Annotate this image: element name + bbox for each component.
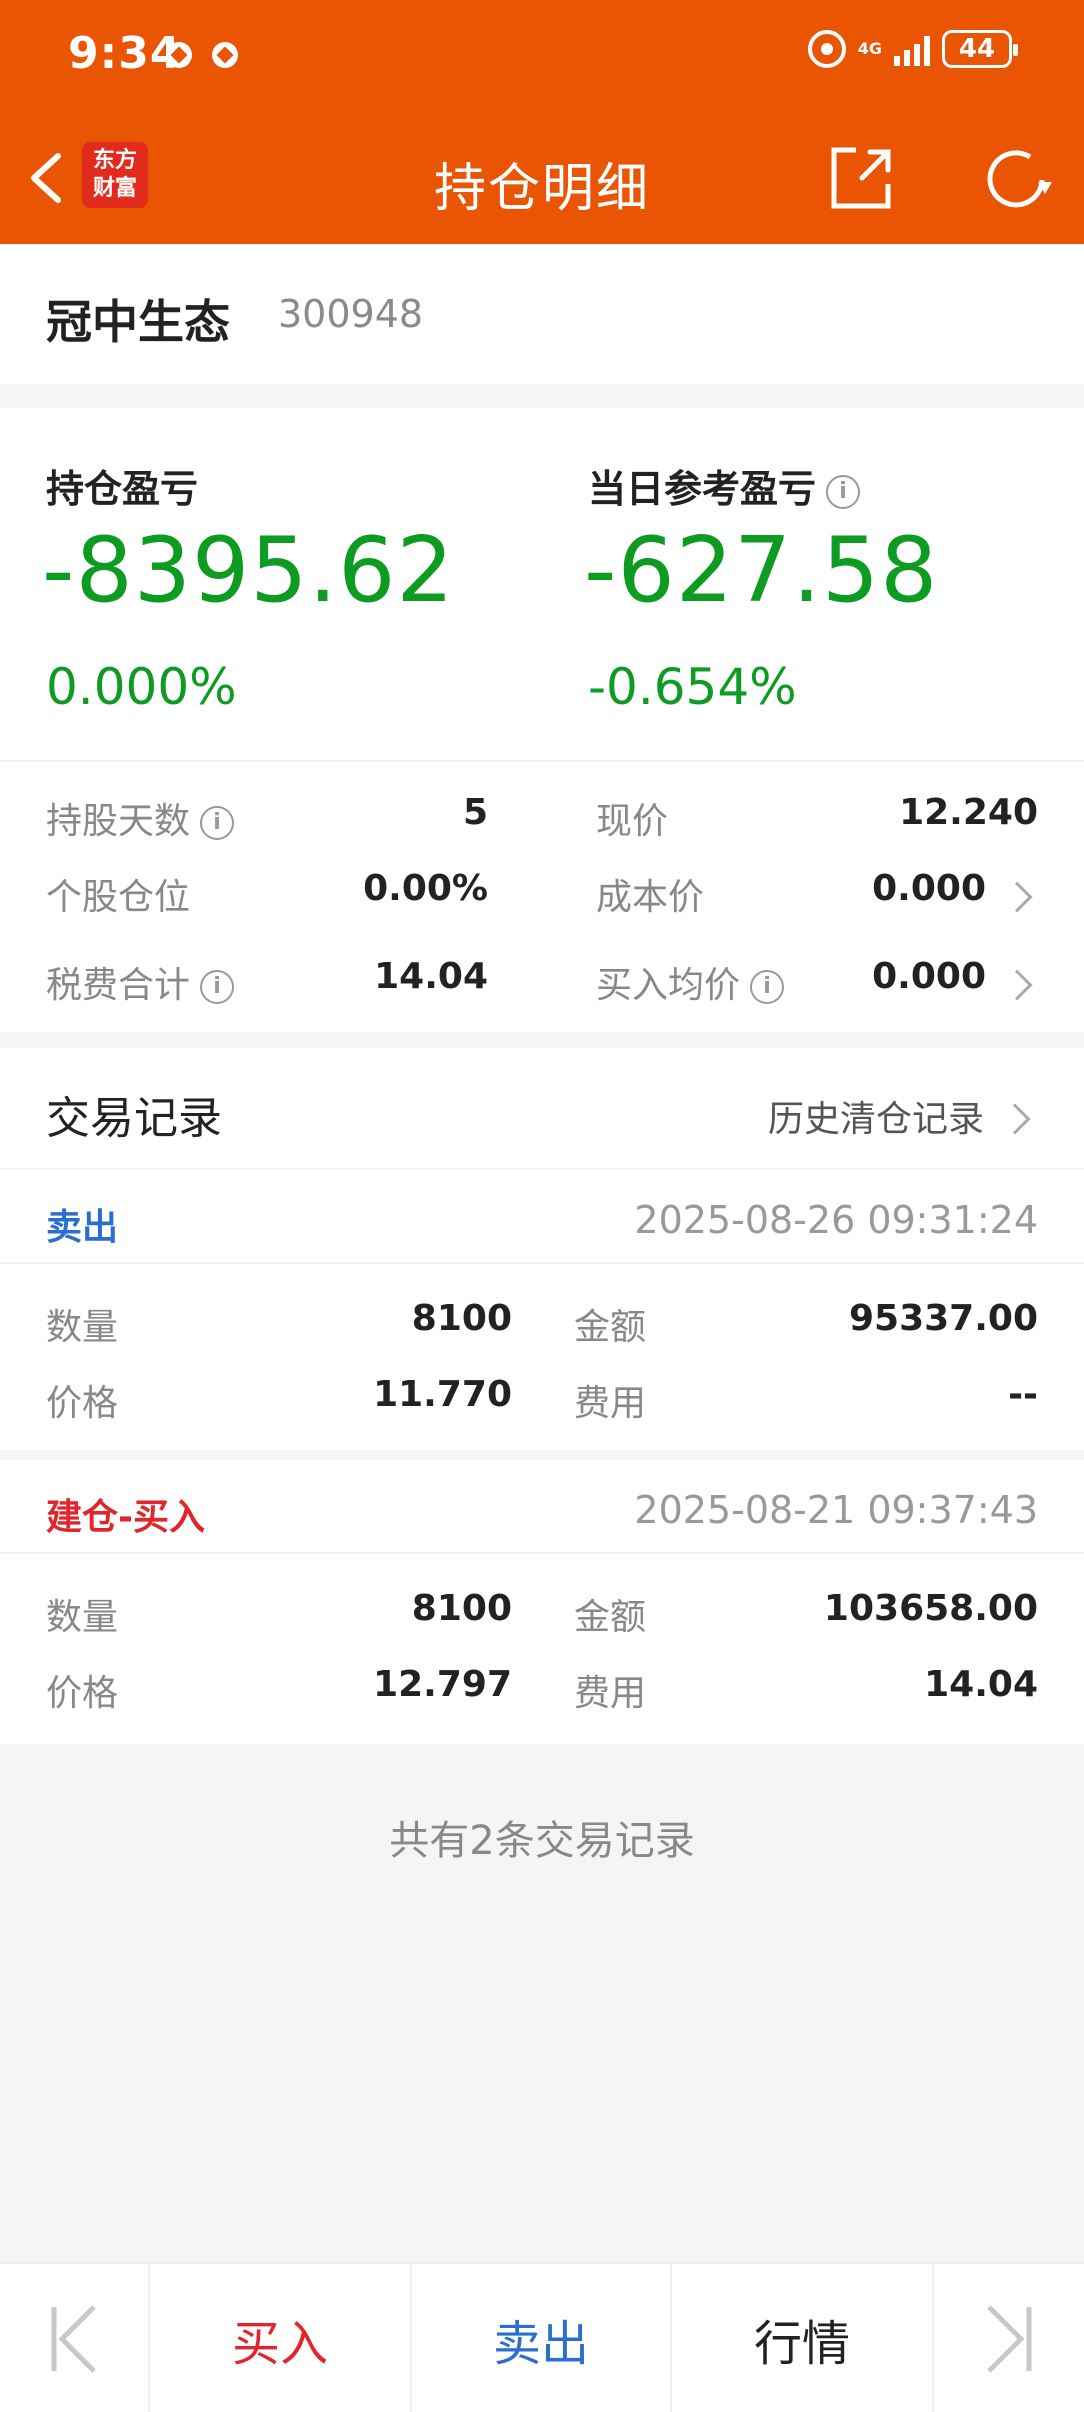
cost-price-label[interactable]: 成本价 [596, 868, 704, 920]
status-bar: 9:34 4G 44 [0, 0, 1084, 112]
chevron-right-icon[interactable] [1001, 881, 1033, 913]
daily-pl-pct: -0.654% [588, 658, 797, 716]
qty-value: 8100 [411, 1298, 512, 1339]
info-icon[interactable]: i [200, 970, 235, 1004]
daily-pl-value: -627.58 [584, 518, 939, 623]
buy-label: 买入 [231, 2316, 328, 2372]
stock-name: 冠中生态 [46, 295, 230, 349]
hotspot-icon [807, 30, 846, 68]
avg-buy-price-value[interactable]: 0.000 [872, 956, 986, 997]
notification-icon [166, 42, 192, 68]
network-type: 4G [857, 39, 882, 58]
avg-buy-price-label-wrap[interactable]: 买入均价 i [596, 956, 785, 1008]
share-button[interactable] [826, 144, 896, 214]
trade-time: 2025-08-26 09:31:24 [634, 1198, 1038, 1242]
signal-icon [894, 32, 930, 66]
qty-label: 数量 [46, 1597, 119, 1638]
trade-records-header: 交易记录 历史清仓记录 [0, 1048, 1084, 1168]
holding-days-label-wrap: 持股天数 i [46, 792, 235, 844]
fee-value: -- [1008, 1374, 1038, 1415]
price-value: 11.770 [373, 1374, 512, 1415]
qty-value: 8100 [411, 1588, 512, 1629]
trade-record[interactable]: 建仓-买入 2025-08-21 09:37:43 数量 8100 金额 103… [0, 1460, 1084, 1744]
skip-next-icon [987, 2305, 1032, 2373]
divider [0, 1552, 1084, 1554]
page-title: 持仓明细 [433, 159, 650, 219]
position-pl-pct: 0.000% [46, 658, 237, 716]
fee-value: 14.04 [924, 1664, 1038, 1705]
current-price-value: 12.240 [899, 792, 1038, 833]
next-button[interactable] [934, 2264, 1084, 2412]
tax-fee-value: 14.04 [374, 956, 488, 997]
chevron-right-icon[interactable] [999, 1103, 1031, 1135]
price-label: 价格 [46, 1673, 119, 1714]
battery-icon: 44 [942, 30, 1018, 68]
stock-header: 冠中生态 300948 [0, 244, 1084, 384]
info-icon[interactable]: i [200, 806, 235, 840]
divider [0, 1262, 1084, 1264]
prev-button[interactable] [0, 2264, 150, 2412]
qty-label: 数量 [46, 1307, 119, 1348]
avg-buy-price-label: 买入均价 [596, 965, 741, 1006]
position-summary: 持仓盈亏 -8395.62 0.000% 当日参考盈亏 i -627.58 -0.… [0, 408, 1084, 1032]
history-clear-link[interactable]: 历史清仓记录 [768, 1090, 984, 1142]
tax-fee-label: 税费合计 [46, 965, 191, 1006]
fee-label: 费用 [574, 1673, 647, 1714]
status-indicators: 4G 44 [807, 30, 1018, 68]
fee-label: 费用 [574, 1383, 647, 1424]
stock-code: 300948 [278, 292, 424, 336]
holding-days-label: 持股天数 [46, 801, 191, 842]
divider [0, 760, 1084, 762]
trade-type: 建仓-买入 [46, 1497, 205, 1538]
refresh-icon [987, 150, 1052, 208]
chevron-right-icon[interactable] [1001, 969, 1033, 1001]
buy-button[interactable]: 买入 [150, 2264, 412, 2412]
share-icon [831, 147, 891, 209]
trade-type: 卖出 [46, 1207, 119, 1248]
trade-record[interactable]: 卖出 2025-08-26 09:31:24 数量 8100 金额 95337.… [0, 1170, 1084, 1450]
current-price-label: 现价 [596, 801, 669, 842]
position-pl-label: 持仓盈亏 [46, 467, 199, 511]
amount-label: 金额 [574, 1597, 647, 1638]
trade-records-title: 交易记录 [46, 1093, 222, 1144]
holding-days-value: 5 [462, 792, 488, 833]
daily-pl-label: 当日参考盈亏 [588, 467, 817, 511]
nav-bar: 东方 财富 持仓明细 [0, 112, 1084, 244]
price-value: 12.797 [373, 1664, 512, 1705]
daily-pl-label-wrap: 当日参考盈亏 i [588, 458, 861, 513]
bottom-action-bar: 买入 卖出 行情 [0, 2262, 1084, 2412]
notification-icon [212, 42, 238, 68]
position-ratio-value: 0.00% [363, 868, 488, 909]
amount-value: 95337.00 [848, 1298, 1038, 1339]
sell-button[interactable]: 卖出 [412, 2264, 672, 2412]
position-ratio-label: 个股仓位 [46, 877, 191, 918]
cost-price-value[interactable]: 0.000 [872, 868, 986, 909]
tax-fee-label-wrap: 税费合计 i [46, 956, 235, 1008]
info-icon[interactable]: i [826, 474, 861, 509]
total-records-text: 共有2条交易记录 [389, 1818, 695, 1864]
position-pl-value: -8395.62 [42, 518, 455, 623]
amount-label: 金额 [574, 1307, 647, 1348]
info-icon[interactable]: i [750, 970, 785, 1004]
amount-value: 103658.00 [823, 1588, 1038, 1629]
trade-time: 2025-08-21 09:37:43 [634, 1488, 1038, 1532]
status-time: 9:34 [68, 28, 182, 79]
price-label: 价格 [46, 1383, 119, 1424]
skip-prev-icon [51, 2305, 96, 2373]
refresh-button[interactable] [980, 142, 1056, 218]
quote-label: 行情 [753, 2316, 850, 2372]
sell-label: 卖出 [492, 2316, 589, 2372]
quote-button[interactable]: 行情 [672, 2264, 934, 2412]
